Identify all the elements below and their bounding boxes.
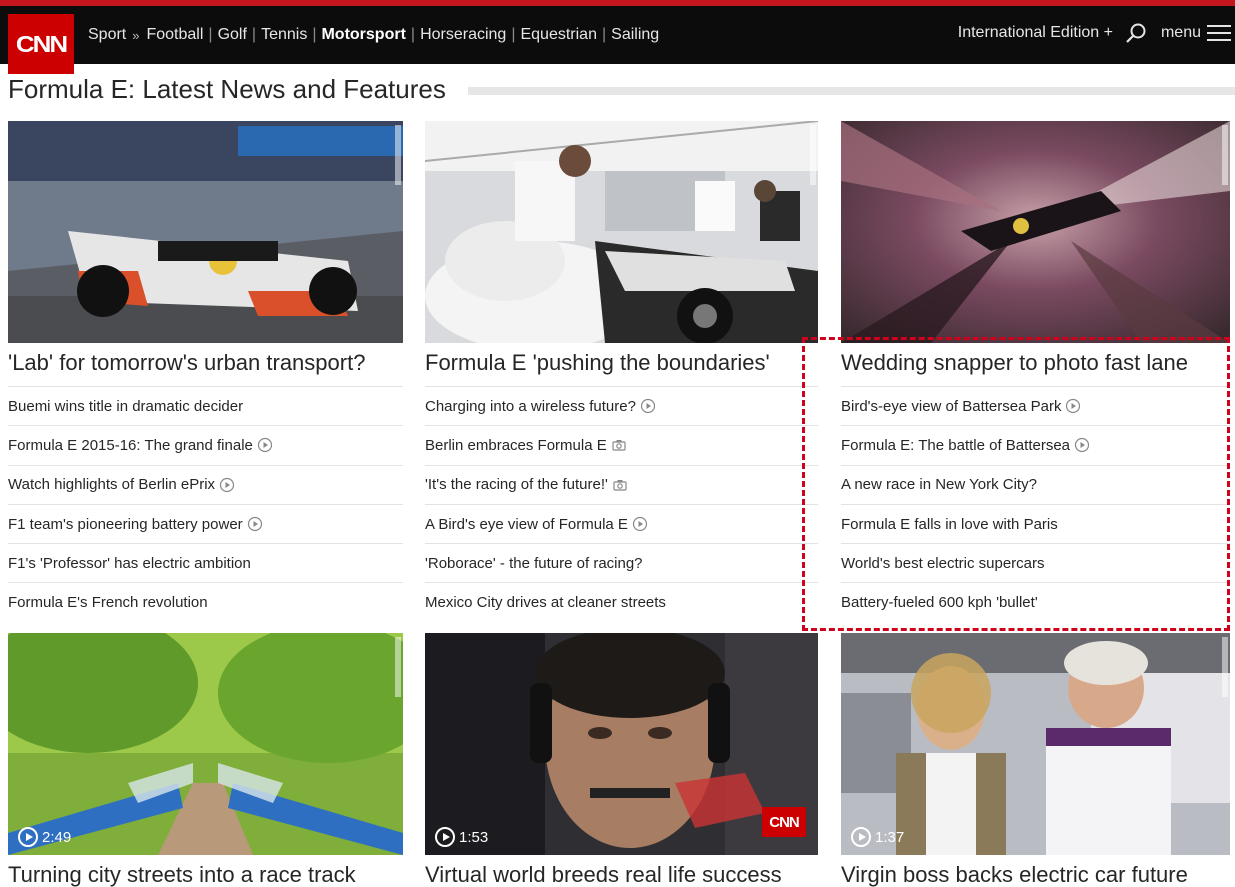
hamburger-menu-icon[interactable] bbox=[1207, 24, 1231, 42]
play-icon bbox=[18, 827, 38, 847]
video-thumb-virtual-world[interactable]: 1:53 CNN bbox=[425, 633, 818, 855]
article-image-lab[interactable] bbox=[8, 121, 403, 343]
menu-label[interactable]: menu bbox=[1161, 24, 1201, 42]
nav-link-horseracing[interactable]: Horseracing bbox=[420, 26, 506, 44]
nav-links: Sport » Football | Golf | Tennis | Motorspo… bbox=[88, 26, 659, 44]
video-duration: 1:37 bbox=[851, 827, 904, 847]
top-nav: CNN Sport » Football | Golf | Tennis | Moto… bbox=[0, 0, 1235, 74]
headline-boundaries[interactable]: Formula E 'pushing the boundaries' bbox=[425, 350, 770, 376]
pit-garage-image bbox=[425, 121, 818, 343]
nav-divider: | bbox=[511, 26, 516, 43]
video-play-icon bbox=[1066, 399, 1081, 414]
list-item[interactable]: Charging into a wireless future? bbox=[425, 386, 818, 425]
motion-blur-car-image bbox=[841, 121, 1230, 343]
video-play-icon bbox=[1074, 438, 1090, 453]
nav-link-golf[interactable]: Golf bbox=[218, 26, 247, 44]
headline-virgin-boss[interactable]: Virgin boss backs electric car future bbox=[841, 862, 1188, 887]
list-item[interactable]: F1's 'Professor' has electric ambition bbox=[8, 543, 403, 582]
video-play-icon bbox=[640, 399, 656, 414]
camera-gallery-icon bbox=[613, 479, 627, 491]
search-icon[interactable] bbox=[1125, 22, 1147, 44]
list-item[interactable]: A Bird's eye view of Formula E bbox=[425, 503, 818, 543]
camera-gallery-icon bbox=[612, 440, 626, 452]
play-icon bbox=[435, 827, 455, 847]
nav-divider: | bbox=[251, 26, 257, 43]
nav-link-equestrian[interactable]: Equestrian bbox=[520, 26, 597, 44]
page-title: Formula E: Latest News and Features bbox=[8, 74, 446, 104]
list-item[interactable]: 'Roborace' - the future of racing? bbox=[425, 543, 818, 582]
nav-divider: | bbox=[601, 26, 607, 43]
list-item[interactable]: Mexico City drives at cleaner streets bbox=[425, 582, 818, 621]
nav-link-tennis[interactable]: Tennis bbox=[261, 26, 307, 44]
list-item[interactable]: Formula E 2015-16: The grand finale bbox=[8, 425, 403, 464]
list-item[interactable]: Watch highlights of Berlin ePrix bbox=[8, 464, 403, 504]
nav-section-sport[interactable]: Sport bbox=[88, 26, 126, 44]
nav-link-football[interactable]: Football bbox=[146, 26, 203, 44]
link-list-col1: Buemi wins title in dramatic decider For… bbox=[8, 386, 403, 622]
nav-divider: | bbox=[312, 26, 317, 43]
link-list-col2: Charging into a wireless future? Berlin … bbox=[425, 386, 818, 622]
list-item[interactable]: 'It's the racing of the future!' bbox=[425, 464, 818, 504]
list-item[interactable]: Berlin embraces Formula E bbox=[425, 425, 818, 464]
photo-credit bbox=[810, 125, 816, 185]
photo-credit bbox=[395, 637, 401, 697]
photo-credit bbox=[395, 125, 401, 185]
list-item[interactable]: Bird's-eye view of Battersea Park bbox=[841, 386, 1230, 425]
nav-link-motorsport[interactable]: Motorsport bbox=[321, 26, 405, 44]
tree-lined-track-image bbox=[8, 633, 403, 855]
video-play-icon bbox=[257, 438, 272, 453]
breadcrumb-separator: » bbox=[132, 27, 140, 43]
play-icon bbox=[851, 827, 871, 847]
interview-image bbox=[841, 633, 1230, 855]
video-duration: 1:53 bbox=[435, 827, 488, 847]
list-item[interactable]: Formula E's French revolution bbox=[8, 582, 403, 621]
nav-right: International Edition + menu bbox=[958, 22, 1235, 44]
video-thumb-city-streets[interactable]: 2:49 bbox=[8, 633, 403, 855]
headline-lab[interactable]: 'Lab' for tomorrow's urban transport? bbox=[8, 350, 365, 376]
title-rule bbox=[468, 87, 1235, 95]
headline-virtual-world[interactable]: Virtual world breeds real life success bbox=[425, 862, 782, 887]
list-item[interactable]: F1 team's pioneering battery power bbox=[8, 503, 403, 543]
nav-divider: | bbox=[410, 26, 416, 43]
cnn-logo[interactable]: CNN bbox=[8, 14, 74, 74]
video-play-icon bbox=[632, 516, 648, 532]
list-item[interactable]: Formula E: The battle of Battersea bbox=[841, 425, 1230, 464]
list-item[interactable]: A new race in New York City? bbox=[841, 464, 1230, 504]
video-duration: 2:49 bbox=[18, 827, 71, 847]
headline-wedding-snapper[interactable]: Wedding snapper to photo fast lane bbox=[841, 350, 1188, 376]
headline-city-streets[interactable]: Turning city streets into a race track bbox=[8, 862, 356, 887]
photo-credit bbox=[1222, 637, 1228, 697]
video-play-icon bbox=[247, 516, 262, 532]
nav-divider: | bbox=[208, 26, 213, 43]
nav-link-sailing[interactable]: Sailing bbox=[611, 26, 659, 44]
list-item[interactable]: Battery-fueled 600 kph 'bullet' bbox=[841, 582, 1230, 621]
cnn-watermark-logo: CNN bbox=[762, 807, 806, 837]
article-image-wedding-snapper[interactable] bbox=[841, 121, 1230, 343]
article-image-boundaries[interactable] bbox=[425, 121, 818, 343]
list-item[interactable]: Buemi wins title in dramatic decider bbox=[8, 386, 403, 425]
video-thumb-virgin-boss[interactable]: 1:37 bbox=[841, 633, 1230, 855]
edition-selector[interactable]: International Edition + bbox=[958, 24, 1113, 42]
video-play-icon bbox=[219, 477, 235, 492]
photo-credit bbox=[1222, 125, 1228, 185]
link-list-col3: Bird's-eye view of Battersea Park Formul… bbox=[841, 386, 1230, 622]
driver-headset-image bbox=[425, 633, 818, 855]
list-item[interactable]: World's best electric supercars bbox=[841, 543, 1230, 582]
list-item[interactable]: Formula E falls in love with Paris bbox=[841, 503, 1230, 543]
formula-e-car-image bbox=[8, 121, 403, 343]
